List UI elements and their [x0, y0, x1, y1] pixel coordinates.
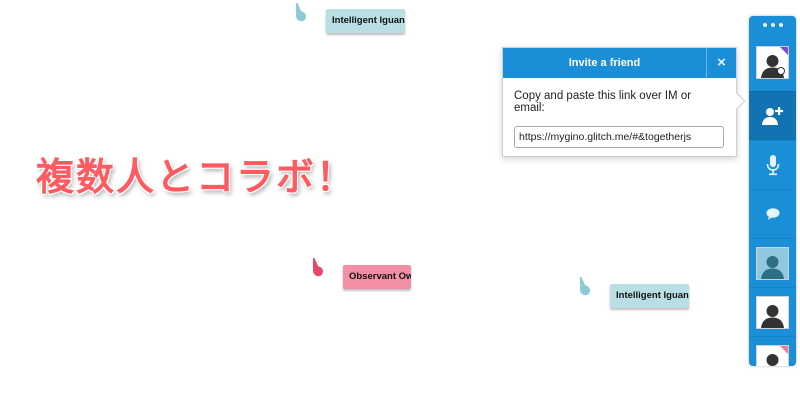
cursor-pointer-icon — [295, 2, 306, 22]
drag-dot-icon — [762, 23, 767, 27]
audio-button[interactable] — [749, 140, 796, 189]
headline-text: 複数人とコラボ！ — [36, 155, 357, 199]
collaborator-name-label: Intelligent Iguana — [610, 284, 689, 308]
close-icon: × — [717, 54, 726, 71]
invite-dialog: Invite a friend × Copy and paste this li… — [502, 47, 746, 157]
settings-badge-icon — [777, 67, 785, 75]
avatar — [756, 46, 789, 79]
participant-avatar-button[interactable] — [749, 238, 796, 287]
collaborator-name-label: Intelligent Iguana — [326, 9, 405, 33]
drag-dot-icon — [778, 23, 783, 27]
invite-header: Invite a friend × — [503, 48, 736, 78]
invite-instructions: Copy and paste this link over IM or emai… — [514, 90, 692, 114]
self-avatar-button[interactable] — [749, 34, 796, 91]
invite-body: Copy and paste this link over IM or emai… — [503, 78, 736, 148]
microphone-icon — [766, 155, 779, 176]
person-icon — [761, 255, 784, 279]
avatar — [756, 295, 789, 329]
avatar — [756, 344, 789, 366]
collaborator-cursor — [576, 276, 594, 298]
collaborator-cursor — [292, 2, 310, 24]
person-icon — [766, 353, 779, 366]
invite-title: Invite a friend — [568, 57, 641, 69]
drag-dot-icon — [770, 23, 775, 27]
participant-avatar-button[interactable] — [749, 287, 796, 336]
avatar — [756, 246, 789, 280]
chat-bubble-icon — [766, 208, 779, 220]
collaborator-cursor — [309, 257, 327, 279]
close-button[interactable]: × — [706, 48, 736, 78]
togetherjs-dock — [749, 16, 796, 366]
person-icon — [761, 304, 784, 328]
chat-button[interactable] — [749, 189, 796, 238]
invite-button[interactable] — [749, 91, 796, 140]
dock-drag-handle[interactable] — [749, 16, 796, 34]
cursor-pointer-icon — [579, 276, 590, 296]
collaborator-name-label: Observant Owl — [343, 265, 411, 289]
cursor-pointer-icon — [312, 257, 323, 277]
add-user-icon — [761, 107, 783, 125]
invite-link-field[interactable] — [514, 126, 724, 148]
participant-avatar-button[interactable] — [749, 336, 796, 366]
